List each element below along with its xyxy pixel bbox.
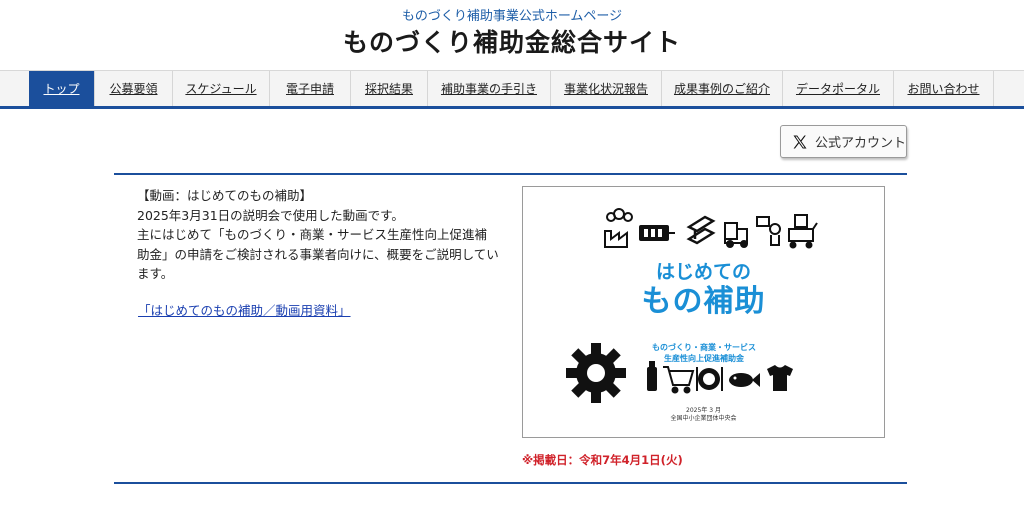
- plate-icon: [696, 367, 723, 391]
- nav-item-top[interactable]: トップ: [29, 71, 95, 106]
- thumbnail-subtitle-line-1: ものづくり・商業・サービス: [652, 343, 756, 352]
- article-line-1: 2025年3月31日の説明会で使用した動画です。: [137, 207, 404, 223]
- nav-item-schedule[interactable]: スケジュール: [173, 71, 270, 106]
- x-button-label: 公式アカウント: [815, 136, 907, 151]
- thumbnail-date: 2025年 3 月: [686, 407, 721, 414]
- nav-item-contact[interactable]: お問い合わせ: [894, 71, 994, 106]
- thumbnail-subtitle-line-2: 生産性向上促進補助金: [664, 354, 744, 363]
- thumbnail-title-line-2: もの補助: [641, 284, 766, 319]
- shopping-cart-icon: [663, 366, 695, 394]
- video-thumbnail[interactable]: はじめての もの補助 ものづくり・商業・サービス 生産性向上促進補助金 2025…: [522, 186, 885, 438]
- article-heading: 【動画：はじめてのもの補助】: [137, 188, 313, 203]
- global-nav: トップ 公募要領 スケジュール 電子申請 採択結果 補助事業の手引き 事業化状況…: [0, 70, 1024, 109]
- fish-icon: [729, 373, 760, 387]
- article-line-2: 主にはじめて「ものづくり・商業・サービス生産性向上促進補助金」の申請をご検討され…: [137, 227, 499, 281]
- nav-item-e-application[interactable]: 電子申請: [270, 71, 351, 106]
- section-divider-top: [114, 173, 907, 175]
- article-text: 【動画：はじめてのもの補助】 2025年3月31日の説明会で使用した動画です。 …: [137, 186, 499, 284]
- site-header: ものづくり補助事業公式ホームページ ものづくり補助金総合サイト: [0, 0, 1024, 70]
- x-official-account-button[interactable]: 公式アカウント: [780, 125, 907, 158]
- section-divider-bottom: [114, 482, 907, 484]
- video-materials-link[interactable]: 「はじめてのもの補助／動画用資料」: [138, 300, 351, 319]
- nav-item-case-studies[interactable]: 成果事例のご紹介: [662, 71, 783, 106]
- forklift-icon: [724, 222, 748, 248]
- nav-item-status-report[interactable]: 事業化状況報告: [551, 71, 662, 106]
- nav-item-results[interactable]: 採択結果: [351, 71, 428, 106]
- battery-icon: [639, 225, 675, 241]
- posted-date: ※掲載日：令和7年4月1日(火): [522, 453, 683, 467]
- thumbnail-title-line-1: はじめての: [655, 261, 751, 283]
- steel-beam-icon: [686, 215, 716, 245]
- factory-icon: [604, 208, 633, 248]
- robot-icon: [756, 216, 781, 246]
- tshirt-icon: [767, 365, 793, 391]
- nav-list: トップ 公募要領 スケジュール 電子申請 採択結果 補助事業の手引き 事業化状況…: [29, 71, 994, 106]
- gear-icon: [566, 343, 626, 403]
- nav-item-handbook[interactable]: 補助事業の手引き: [428, 71, 551, 106]
- site-title[interactable]: ものづくり補助金総合サイト: [0, 27, 1024, 59]
- cart-icon: [788, 214, 818, 249]
- bottle-icon: [647, 361, 657, 391]
- nav-item-guidelines[interactable]: 公募要領: [95, 71, 173, 106]
- x-logo-icon: [793, 135, 807, 148]
- site-subtitle: ものづくり補助事業公式ホームページ: [401, 9, 623, 24]
- nav-item-data-portal[interactable]: データポータル: [783, 71, 894, 106]
- thumbnail-organization: 全国中小企業団体中央会: [670, 415, 737, 422]
